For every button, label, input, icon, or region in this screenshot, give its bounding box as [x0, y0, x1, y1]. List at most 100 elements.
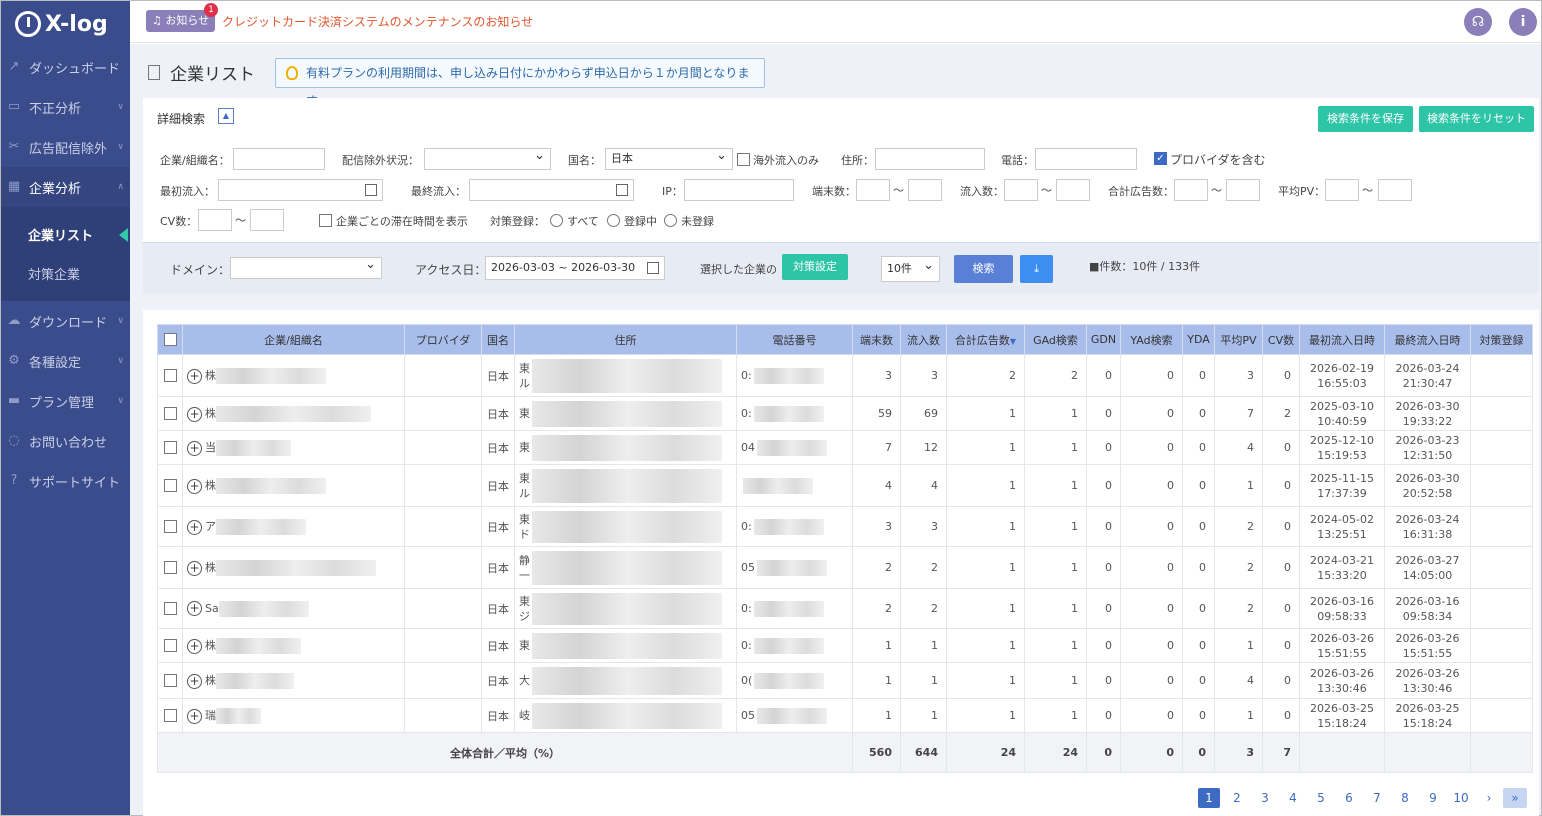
- phone-input[interactable]: [1035, 148, 1137, 170]
- sidebar-item-ad-exclusion[interactable]: ✂ 広告配信除外 ∨: [1, 127, 130, 167]
- table-row[interactable]: + 当日本東 04 7 12 1 1 0 0 0 4 0 2025-12-10 15:19:53 2026-…: [157, 430, 1533, 465]
- last-inflow-input[interactable]: [469, 179, 634, 201]
- sidebar-item-fraud-analysis[interactable]: ▭ 不正分析 ∨: [1, 87, 130, 127]
- sidebar-item-download[interactable]: ☁ ダウンロード ∨: [1, 301, 130, 341]
- expand-plus-icon[interactable]: +: [187, 478, 202, 494]
- table-row[interactable]: + 株日本東 0: 59 69 1 1 0 0 0 7 2 2025-03-10 10:40:59 2026…: [157, 396, 1533, 431]
- domain-select[interactable]: [230, 255, 382, 279]
- col-gad-search[interactable]: GAd検索: [1024, 324, 1087, 355]
- registration-cell[interactable]: [1470, 506, 1533, 547]
- first-inflow-input[interactable]: [218, 179, 383, 201]
- expand-plus-icon[interactable]: +: [187, 560, 202, 576]
- company-cell[interactable]: + 株: [182, 628, 405, 663]
- page-8[interactable]: 8: [1391, 788, 1419, 808]
- company-cell[interactable]: + 当: [182, 430, 405, 465]
- table-row[interactable]: + 株日本東 0: 1 1 1 1 0 0 0 1 0 2026-03-26 15:51:55 2026-0…: [157, 628, 1533, 663]
- col-yda[interactable]: YDA: [1182, 324, 1215, 355]
- registration-cell[interactable]: [1470, 464, 1533, 507]
- company-cell[interactable]: + 株: [182, 464, 405, 507]
- select-all-checkbox[interactable]: [163, 333, 177, 347]
- registration-cell[interactable]: [1470, 354, 1533, 397]
- sidebar-item-dashboard[interactable]: ↗ ダッシュボード: [1, 47, 130, 87]
- provider-checkbox[interactable]: ✓: [1154, 152, 1167, 165]
- col-cv[interactable]: CV数: [1262, 324, 1300, 355]
- table-row[interactable]: + 株日本大 0(1 1 1 1 0 0 0 4 0 2026-03-26 13:30:46 2026-0…: [157, 662, 1533, 699]
- col-last-inflow[interactable]: 最終流入日時: [1384, 324, 1471, 355]
- row-checkbox[interactable]: [163, 479, 177, 493]
- page-7[interactable]: 7: [1363, 788, 1391, 808]
- table-row[interactable]: + 株日本東 ル 0: 3 3 2 2 0 0 0 3 0 2026-02-19 16:55:03 2026…: [157, 354, 1533, 397]
- device-max-input[interactable]: [908, 179, 942, 201]
- expand-plus-icon[interactable]: +: [187, 368, 202, 384]
- table-row[interactable]: + Sa 日本東 ジ 0: 2 2 1 1 0 0 0 2 0 2026-03-16 09:58:33 202…: [157, 588, 1533, 629]
- cv-max-input[interactable]: [250, 209, 284, 231]
- col-company[interactable]: 企業/組織名: [182, 324, 405, 355]
- next-page-icon[interactable]: ›: [1475, 788, 1503, 808]
- registration-cell[interactable]: [1470, 430, 1533, 465]
- row-checkbox[interactable]: [163, 441, 177, 455]
- registration-cell[interactable]: [1470, 698, 1533, 733]
- company-cell[interactable]: + 株: [182, 662, 405, 699]
- inflow-max-input[interactable]: [1056, 179, 1090, 201]
- col-gdn[interactable]: GDN: [1086, 324, 1121, 355]
- calendar-icon[interactable]: [365, 184, 377, 196]
- stay-time-checkbox[interactable]: [319, 214, 332, 227]
- registration-on-radio[interactable]: [607, 214, 620, 227]
- registration-all-radio[interactable]: [550, 214, 563, 227]
- expand-plus-icon[interactable]: +: [187, 638, 202, 654]
- row-checkbox[interactable]: [163, 561, 177, 575]
- collapse-toggle-icon[interactable]: ▲: [218, 108, 234, 124]
- company-cell[interactable]: + 株: [182, 396, 405, 431]
- sidebar-item-settings[interactable]: ⚙ 各種設定 ∨: [1, 341, 130, 381]
- ip-input[interactable]: [684, 179, 794, 201]
- row-checkbox[interactable]: [163, 639, 177, 653]
- expand-plus-icon[interactable]: +: [187, 519, 202, 535]
- col-yad-search[interactable]: YAd検索: [1120, 324, 1183, 355]
- last-page-icon[interactable]: »: [1503, 788, 1527, 808]
- expand-plus-icon[interactable]: +: [187, 601, 202, 616]
- company-cell[interactable]: + 瑞: [182, 698, 405, 733]
- sidebar-subitem-target-companies[interactable]: 対策企業: [1, 254, 130, 293]
- registration-off-radio[interactable]: [664, 214, 677, 227]
- ads-max-input[interactable]: [1226, 179, 1260, 201]
- table-row[interactable]: + 株日本東 ル 4 4 1 1 0 0 0 1 0 2025-11-15 17:37:39 2026-0…: [157, 464, 1533, 507]
- cv-min-input[interactable]: [198, 209, 232, 231]
- page-9[interactable]: 9: [1419, 788, 1447, 808]
- page-4[interactable]: 4: [1279, 788, 1307, 808]
- page-10[interactable]: 10: [1447, 788, 1475, 808]
- access-date-input[interactable]: 2026-03-03 ~ 2026-03-30: [485, 256, 665, 280]
- exclude-select[interactable]: [424, 146, 551, 170]
- registration-cell[interactable]: [1470, 546, 1533, 589]
- expand-plus-icon[interactable]: +: [187, 673, 202, 689]
- row-checkbox[interactable]: [163, 674, 177, 688]
- set-countermeasure-button[interactable]: 対策設定: [782, 254, 848, 280]
- expand-plus-icon[interactable]: +: [187, 708, 202, 724]
- row-checkbox[interactable]: [163, 602, 177, 616]
- notice-link[interactable]: クレジットカード決済システムのメンテナンスのお知らせ: [222, 13, 533, 30]
- page-3[interactable]: 3: [1251, 788, 1279, 808]
- download-button[interactable]: ⤓: [1020, 255, 1053, 283]
- col-devices[interactable]: 端末数: [852, 324, 901, 355]
- sidebar-subitem-company-list[interactable]: 企業リスト: [1, 215, 130, 254]
- table-row[interactable]: + ア日本東 ド 0: 3 3 1 1 0 0 0 2 0 2024-05-02 13:25:51 2026…: [157, 506, 1533, 547]
- pv-min-input[interactable]: [1325, 179, 1359, 201]
- company-cell[interactable]: + ア: [182, 506, 405, 547]
- registration-cell[interactable]: [1470, 662, 1533, 699]
- reset-conditions-button[interactable]: 検索条件をリセット: [1419, 106, 1534, 132]
- headset-icon[interactable]: ☊: [1464, 8, 1492, 36]
- save-conditions-button[interactable]: 検索条件を保存: [1318, 106, 1413, 132]
- col-inflow[interactable]: 流入数: [900, 324, 947, 355]
- device-min-input[interactable]: [856, 179, 890, 201]
- app-logo[interactable]: X-log: [1, 1, 130, 47]
- country-select[interactable]: 日本: [605, 146, 733, 170]
- col-address[interactable]: 住所: [514, 324, 737, 355]
- col-first-inflow[interactable]: 最初流入日時: [1299, 324, 1385, 355]
- company-cell[interactable]: + 株: [182, 546, 405, 589]
- col-phone[interactable]: 電話番号: [736, 324, 853, 355]
- col-provider[interactable]: プロバイダ: [404, 324, 482, 355]
- pv-max-input[interactable]: [1378, 179, 1412, 201]
- expand-plus-icon[interactable]: +: [187, 406, 202, 422]
- sidebar-item-plan[interactable]: ▬ プラン管理 ∨: [1, 381, 130, 421]
- sidebar-item-support[interactable]: ? サポートサイト: [1, 461, 130, 501]
- row-checkbox[interactable]: [163, 520, 177, 534]
